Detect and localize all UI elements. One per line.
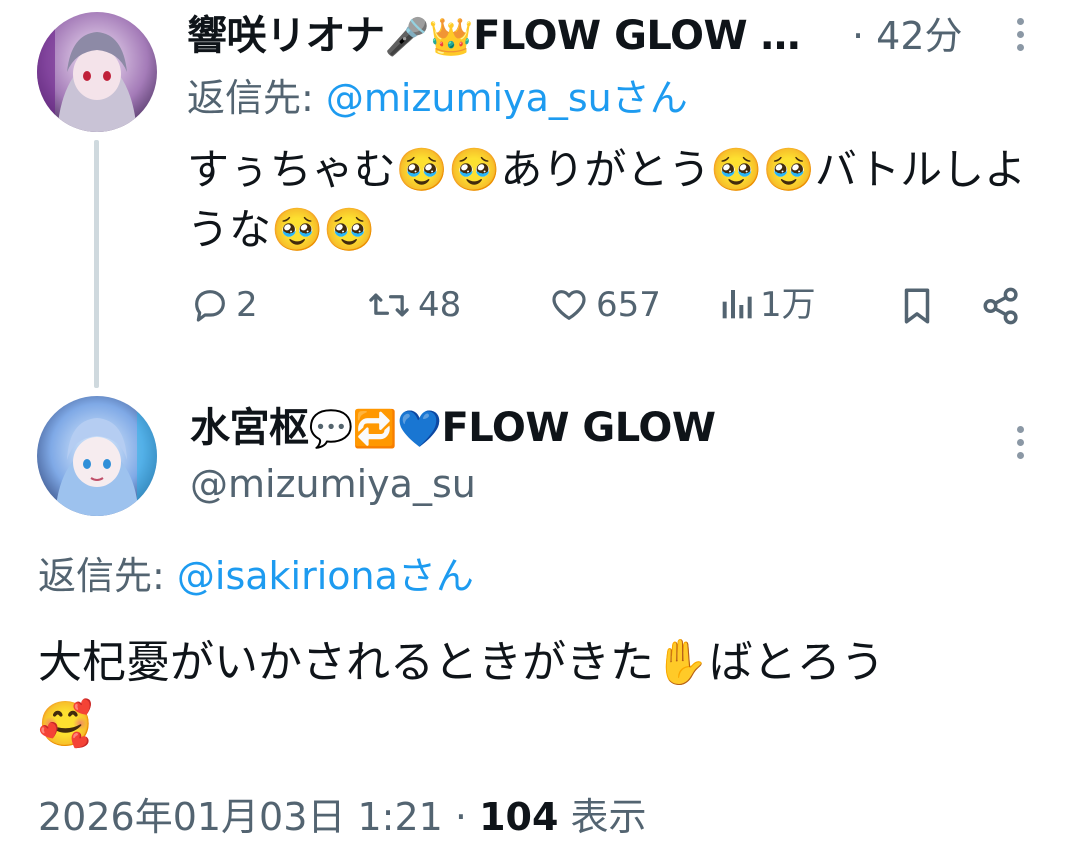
reply-to-handle[interactable]: @isakirionaさん [177, 554, 474, 598]
name-suffix: FLOW GLOW [441, 405, 716, 451]
repost-button[interactable]: 48 [366, 285, 461, 325]
share-button[interactable] [980, 285, 1022, 327]
tweet-text-line: 大杞憂がいかされるときがきた✋ばとろう [38, 637, 885, 688]
like-count: 657 [596, 285, 661, 325]
repost-icon [369, 293, 409, 317]
name-emojis: 🎤👑 [384, 17, 474, 58]
like-button[interactable]: 657 [548, 285, 661, 325]
avatar-image [37, 12, 157, 132]
repost-count: 48 [418, 285, 462, 325]
tweet-text-line: 🥰 [38, 699, 93, 750]
display-name: 響咲リオナ [187, 13, 385, 59]
post-datetime[interactable]: 2026年01月03日 1:21 · [38, 795, 467, 839]
thread-line [94, 140, 99, 388]
display-name: 水宮枢 [190, 405, 309, 451]
analytics-icon [722, 290, 752, 319]
views-count: 104 [479, 795, 559, 839]
reply-to-prefix: 返信先: [187, 76, 314, 120]
name-suffix: FLOW GLOW … [473, 13, 801, 59]
reply-to-line: 返信先: @isakirionaさん [38, 552, 474, 600]
author-name[interactable]: 響咲リオナ🎤👑FLOW GLOW … [187, 12, 801, 60]
bookmark-icon [904, 288, 930, 324]
avatar-image [37, 396, 157, 516]
views-count: 1万 [760, 285, 816, 325]
tweet-footer: 2026年01月03日 1:21 · 104 表示 [38, 790, 647, 844]
share-icon [983, 287, 1018, 325]
reply-icon [195, 290, 225, 322]
tweet-text-line: すぅちゃむ🥹🥹ありがとう🥹🥹バトルしよ [187, 145, 1027, 194]
reply-to-prefix: 返信先: [38, 554, 165, 598]
views-button[interactable]: 1万 [718, 285, 816, 325]
author-name[interactable]: 水宮枢💬🔁💙FLOW GLOW [190, 404, 716, 452]
tweet-text: 大杞憂がいかされるときがきた✋ばとろう 🥰 [38, 632, 1048, 756]
avatar[interactable] [37, 396, 157, 516]
tweet-text-line: うな🥹🥹 [187, 205, 376, 254]
name-emojis: 💬🔁💙 [308, 409, 442, 450]
more-options-icon[interactable] [1014, 18, 1026, 58]
tweet-text: すぅちゃむ🥹🥹ありがとう🥹🥹バトルしよ うな🥹🥹 [187, 140, 1057, 260]
reply-count: 2 [236, 285, 258, 325]
bookmark-button[interactable] [898, 285, 936, 327]
reply-to-line: 返信先: @mizumiya_suさん [187, 74, 688, 122]
author-handle[interactable]: @mizumiya_su [190, 460, 476, 508]
heart-icon [552, 290, 586, 320]
avatar[interactable] [37, 12, 157, 132]
more-options-icon[interactable] [1014, 426, 1026, 466]
views-label: 表示 [570, 795, 647, 839]
reply-to-handle[interactable]: @mizumiya_suさん [326, 76, 688, 120]
timestamp[interactable]: · 42分 [852, 12, 963, 60]
reply-button[interactable]: 2 [190, 285, 258, 325]
